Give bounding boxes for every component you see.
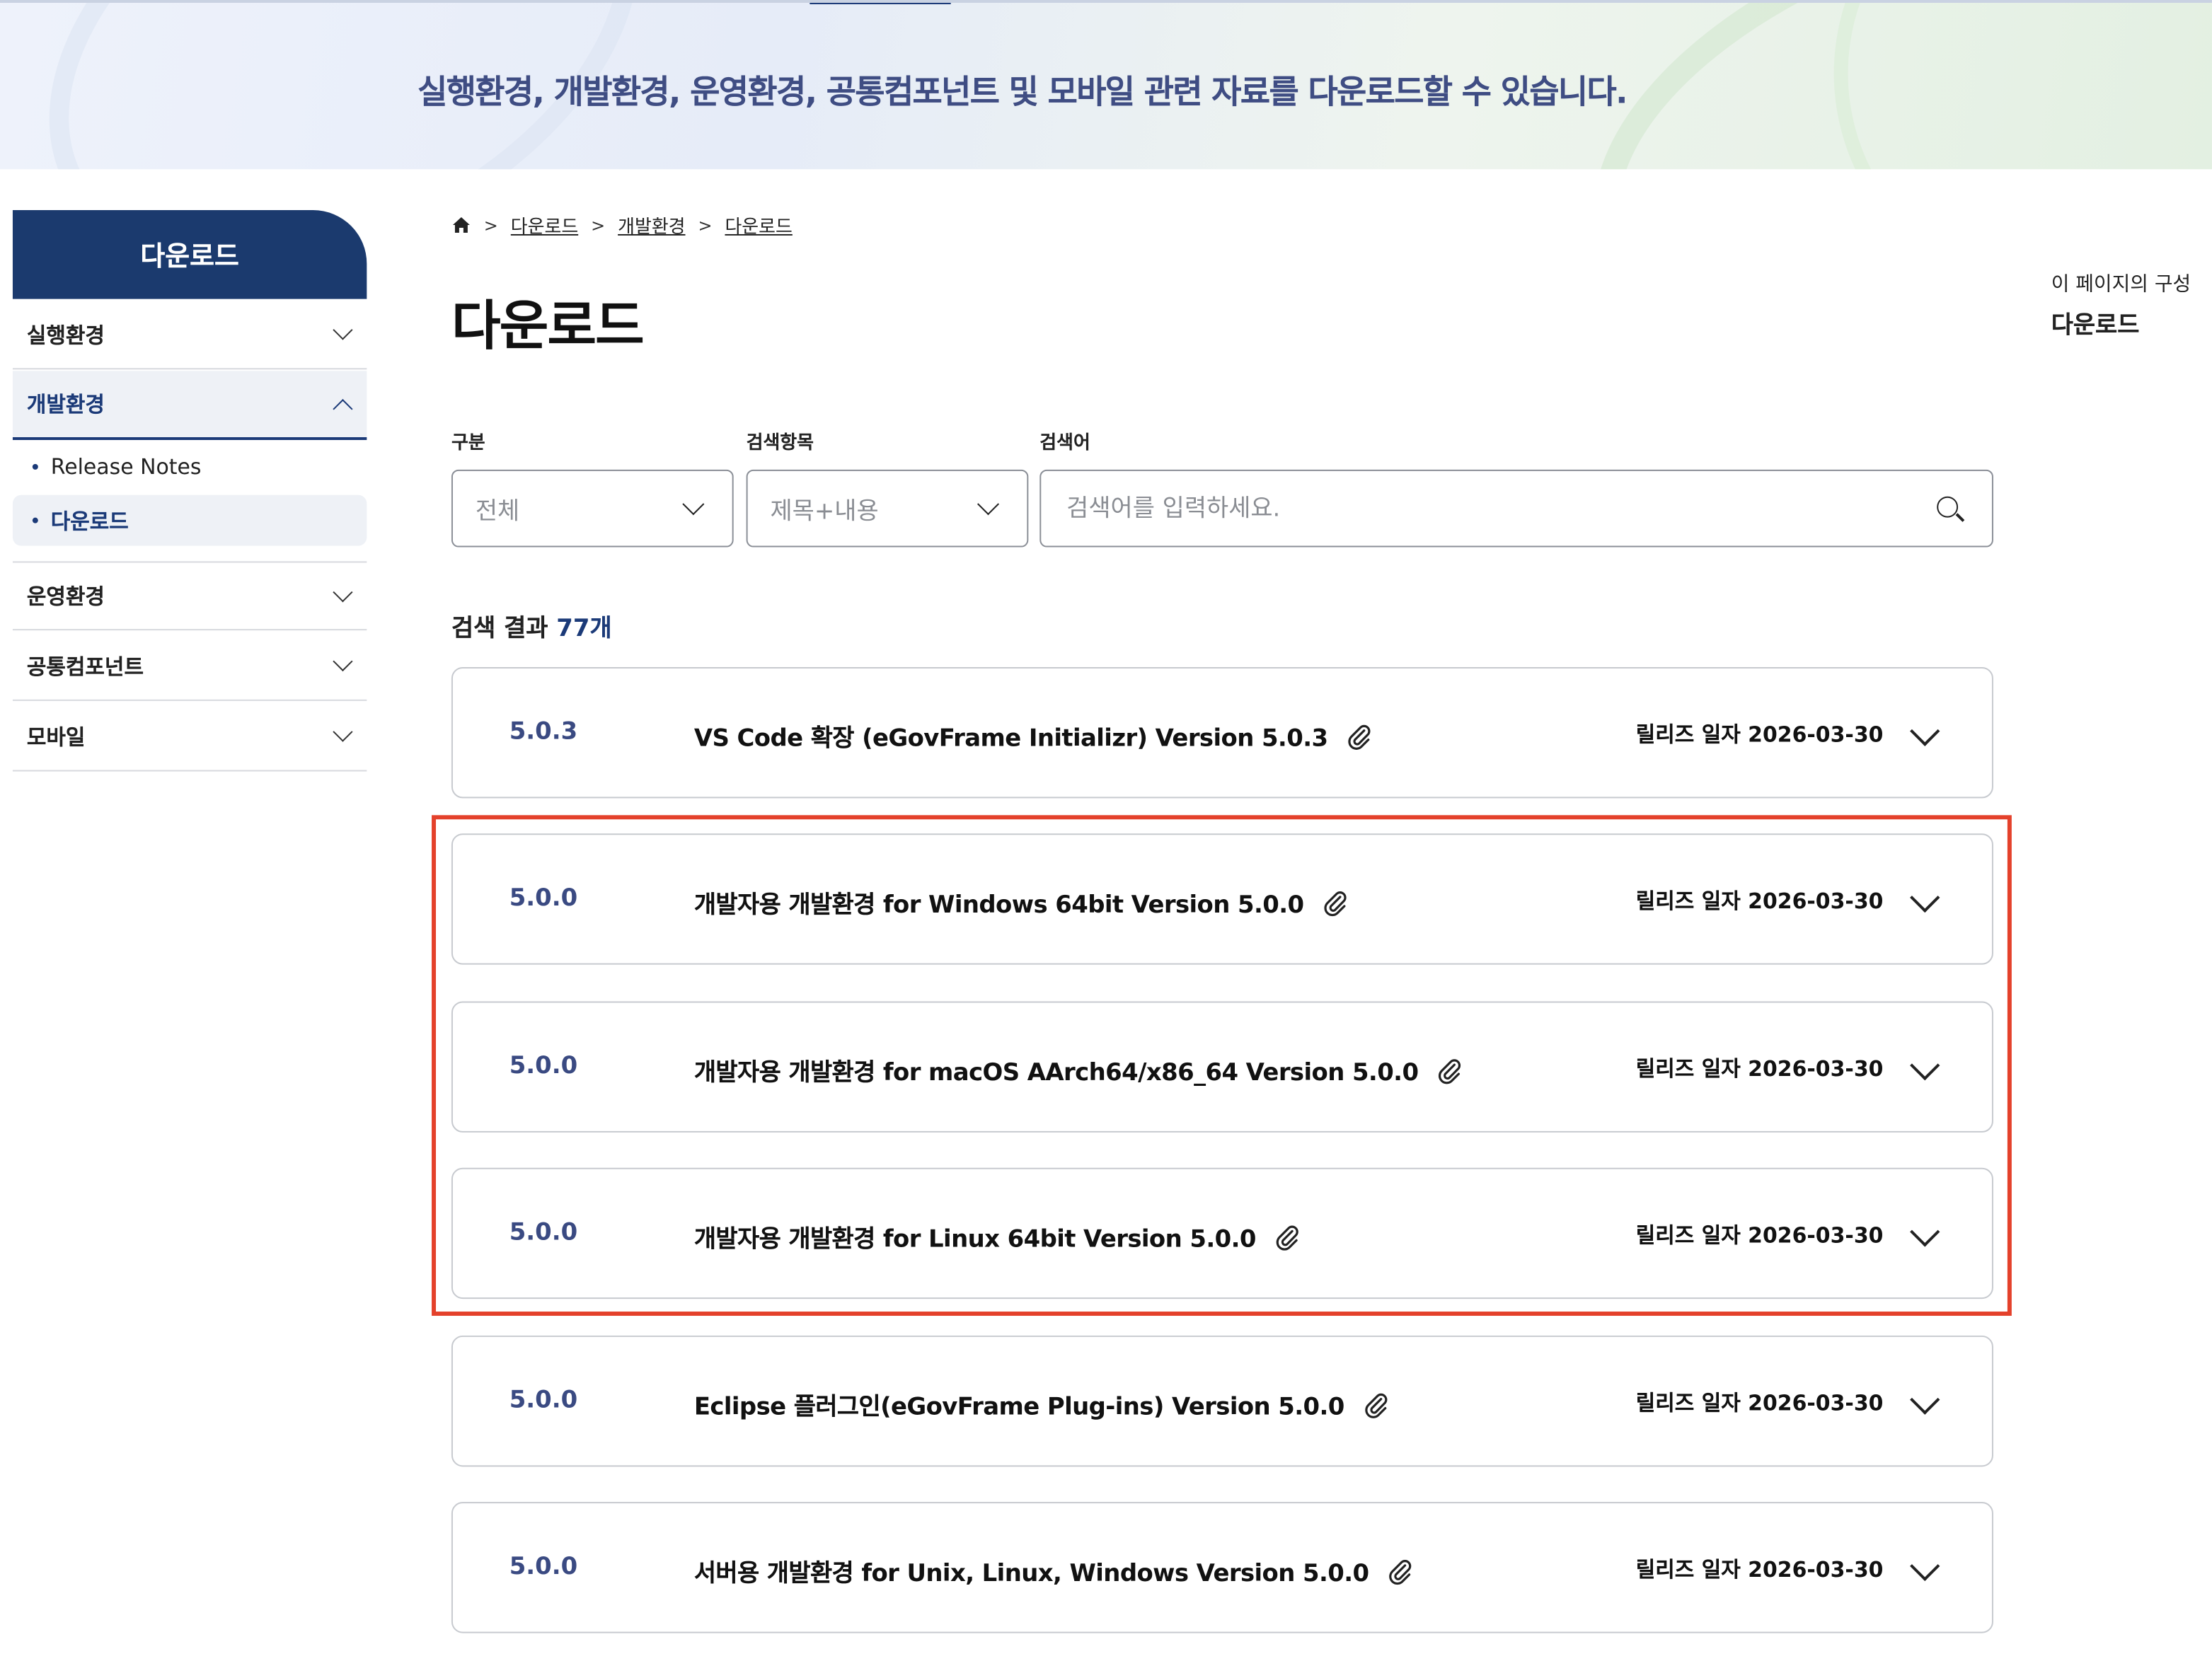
search-field-label: 검색항목 xyxy=(746,433,814,454)
chevron-down-icon[interactable] xyxy=(1910,716,1940,746)
sidebar-item-runtime[interactable]: 실행환경 xyxy=(12,301,367,370)
chevron-down-icon xyxy=(333,722,353,742)
bullet-icon xyxy=(32,517,38,523)
active-menu-indicator xyxy=(810,2,951,4)
category-label: 구분 xyxy=(451,433,485,454)
home-icon[interactable] xyxy=(451,216,471,234)
toc-caption: 이 페이지의 구성 xyxy=(2051,273,2191,296)
category-select-value: 전체 xyxy=(475,497,520,526)
keyword-label: 검색어 xyxy=(1039,433,1090,454)
search-field-select[interactable]: 제목+내용 xyxy=(746,469,1029,548)
sidebar-item-label: 개발환경 xyxy=(26,392,105,418)
chevron-down-icon xyxy=(333,320,353,340)
row-title-text: 서버용 개발환경 for Unix, Linux, Windows Versio… xyxy=(693,1559,1369,1588)
row-version: 5.0.0 xyxy=(509,1552,578,1581)
sidebar-item-label: 실행환경 xyxy=(26,322,105,348)
row-release-date: 릴리즈 일자 2026-03-30 xyxy=(1635,722,1884,748)
page-title: 다운로드 xyxy=(451,294,645,357)
sidebar-subitem-label: 다운로드 xyxy=(50,508,129,534)
download-row[interactable]: 5.0.0 Eclipse 플러그인(eGovFrame Plug-ins) V… xyxy=(451,1335,1993,1467)
breadcrumb-separator: > xyxy=(483,215,498,235)
row-version: 5.0.0 xyxy=(509,1386,578,1415)
row-title: Eclipse 플러그인(eGovFrame Plug-ins) Version… xyxy=(694,1387,1390,1422)
search-icon[interactable] xyxy=(1937,496,1965,522)
download-row[interactable]: 5.0.0 서버용 개발환경 for Unix, Linux, Windows … xyxy=(451,1502,1993,1633)
row-release-date: 릴리즈 일자 2026-03-30 xyxy=(1635,1556,1884,1582)
result-count: 검색 결과 77개 xyxy=(451,608,612,643)
search-input[interactable] xyxy=(1064,492,1860,524)
chevron-down-icon[interactable] xyxy=(1910,1384,1940,1415)
sidebar-item-mobile[interactable]: 모바일 xyxy=(12,702,367,772)
sidebar-item-label: 모바일 xyxy=(26,724,86,750)
sidebar-title: 다운로드 xyxy=(12,210,367,299)
breadcrumb-link[interactable]: 다운로드 xyxy=(725,212,792,238)
row-title-text: Eclipse 플러그인(eGovFrame Plug-ins) Version… xyxy=(693,1393,1345,1422)
chevron-down-icon[interactable] xyxy=(1910,1551,1940,1582)
attachment-icon xyxy=(1389,1559,1412,1585)
search-field-select-value: 제목+내용 xyxy=(770,497,879,526)
row-title-text: VS Code 확장 (eGovFrame Initializr) Versio… xyxy=(693,724,1328,753)
breadcrumb-separator: > xyxy=(698,215,713,235)
download-row[interactable]: 5.0.3 VS Code 확장 (eGovFrame Initializr) … xyxy=(451,666,1993,799)
sidebar-item-common-components[interactable]: 공통컴포넌트 xyxy=(12,632,367,701)
chevron-down-icon xyxy=(977,493,1000,516)
row-version: 5.0.3 xyxy=(509,717,578,746)
breadcrumb-separator: > xyxy=(591,215,606,235)
search-box xyxy=(1039,469,1993,548)
sidebar-item-label: 운영환경 xyxy=(26,584,105,610)
breadcrumb-link[interactable]: 다운로드 xyxy=(511,212,578,238)
row-release-date: 릴리즈 일자 2026-03-30 xyxy=(1635,1390,1884,1416)
attachment-icon xyxy=(1365,1392,1388,1418)
result-count-number: 77개 xyxy=(556,615,612,644)
result-count-prefix: 검색 결과 xyxy=(451,615,557,644)
sidebar-item-label: 공통컴포넌트 xyxy=(26,654,144,679)
category-select[interactable]: 전체 xyxy=(451,469,734,548)
sidebar-subitem-label: Release Notes xyxy=(50,453,202,480)
breadcrumb: > 다운로드 > 개발환경 > 다운로드 xyxy=(451,212,793,238)
sidebar-item-operation[interactable]: 운영환경 xyxy=(12,561,367,631)
chevron-down-icon xyxy=(333,651,353,672)
attachment-icon xyxy=(1348,724,1371,749)
top-banner: 실행환경, 개발환경, 운영환경, 공통컴포넌트 및 모바일 관련 자료를 다운… xyxy=(0,0,2212,170)
toc-link-download[interactable]: 다운로드 xyxy=(2051,305,2140,340)
banner-text: 실행환경, 개발환경, 운영환경, 공통컴포넌트 및 모바일 관련 자료를 다운… xyxy=(417,74,1628,112)
chevron-down-icon xyxy=(333,581,353,602)
highlight-box xyxy=(432,815,2012,1316)
bullet-icon xyxy=(32,463,38,470)
row-title: VS Code 확장 (eGovFrame Initializr) Versio… xyxy=(694,718,1373,753)
sidebar-subitem-release-notes[interactable]: Release Notes xyxy=(13,441,367,492)
row-title: 서버용 개발환경 for Unix, Linux, Windows Versio… xyxy=(694,1553,1414,1588)
breadcrumb-link[interactable]: 개발환경 xyxy=(618,212,685,238)
sidebar-item-development[interactable]: 개발환경 xyxy=(12,371,367,441)
sidebar-subitem-download[interactable]: 다운로드 xyxy=(12,494,367,546)
chevron-down-icon xyxy=(682,493,705,516)
chevron-up-icon xyxy=(333,398,353,419)
